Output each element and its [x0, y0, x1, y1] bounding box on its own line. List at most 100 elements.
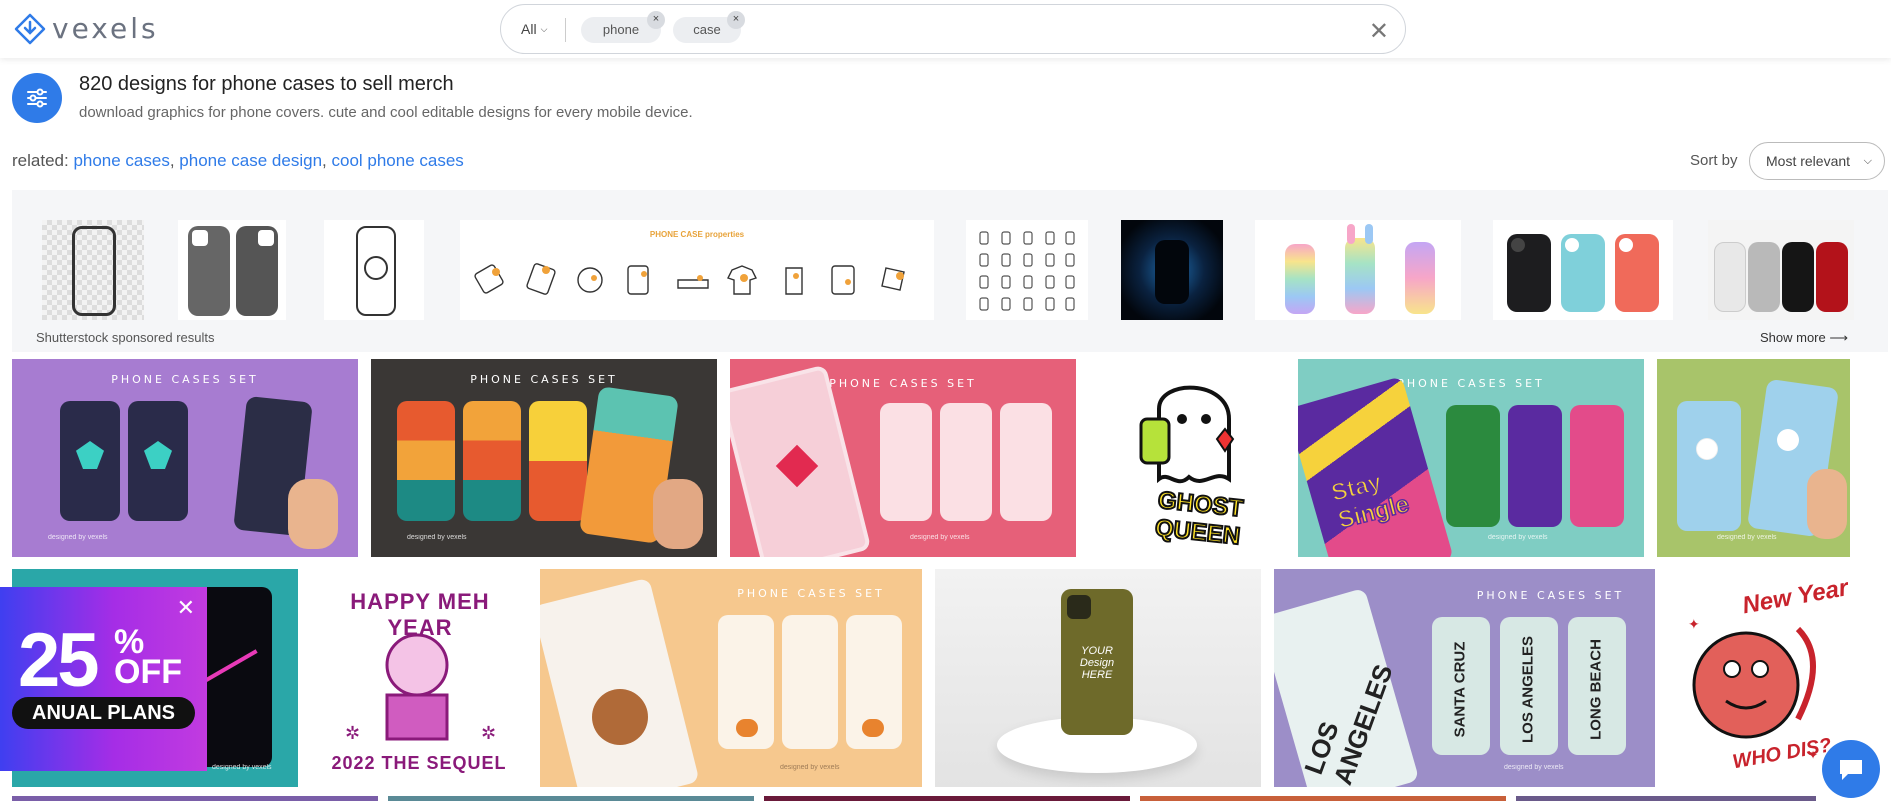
related-link-phone-case-design[interactable]: phone case design [179, 151, 322, 170]
tile-credit: designed by vexels [1488, 534, 1548, 541]
design-tile-ghost-queen[interactable]: GHOST QUEEN [1089, 359, 1297, 557]
white-case [1714, 242, 1746, 312]
sponsored-thumb-color-cases[interactable] [1493, 220, 1673, 320]
search-bar[interactable]: All ⌵ phone × case × ✕ [500, 4, 1406, 54]
chip-close-icon[interactable]: × [727, 11, 745, 29]
sponsored-thumb-glow[interactable] [1121, 220, 1223, 320]
sponsored-thumb-icon-grid[interactable] [966, 220, 1088, 320]
related-link-phone-cases[interactable]: phone cases [73, 151, 169, 170]
chat-button[interactable] [1822, 740, 1880, 798]
promo-banner[interactable]: ✕ 25 % OFF ANUAL PLANS [0, 587, 207, 771]
row-peek [1140, 796, 1506, 801]
red-case [1816, 242, 1848, 312]
sponsored-thumb[interactable] [324, 220, 424, 320]
show-more-label: Show more [1759, 330, 1826, 345]
svg-text:✲: ✲ [481, 723, 496, 743]
tile-title: PHONE CASES SET [1476, 589, 1625, 602]
your-design-text: YOUR Design HERE [1079, 645, 1115, 681]
pumpkin [736, 719, 758, 737]
search-scope-dropdown[interactable]: All ⌵ [521, 21, 547, 37]
sliders-icon [27, 88, 47, 108]
page-subtitle: download graphics for phone covers. cute… [79, 104, 693, 121]
tile-title: PHONE CASES SET [470, 373, 618, 386]
tile-title: PHONE CASES SET [111, 373, 259, 386]
related-link-cool-phone-cases[interactable]: cool phone cases [331, 151, 463, 170]
sort-label: Sort by [1690, 152, 1738, 169]
design-tile[interactable]: PHONE CASES SET designed by vexels [371, 359, 717, 557]
clear-search-icon[interactable]: ✕ [1369, 17, 1389, 46]
chat-bubble-icon [1840, 760, 1862, 780]
tile-credit: designed by vexels [212, 764, 272, 771]
design-tile-mockup[interactable]: YOUR Design HERE [935, 569, 1261, 787]
sponsored-label: Shutterstock sponsored results [36, 330, 215, 345]
filter-button[interactable] [12, 73, 62, 123]
design-tile[interactable]: designed by vexels [1657, 359, 1850, 557]
vexels-logo[interactable]: vexels [14, 12, 159, 45]
promo-discount-number: 25 [18, 618, 100, 703]
design-tile-new-year[interactable]: New Year ✦ ✦ WHO DIS? [1668, 569, 1848, 787]
design-tile-happy-meh-year[interactable]: HAPPY MEH YEAR ✲ ✲ 2022 THE SEQUEL [311, 569, 527, 787]
stay-single-phone [1298, 376, 1454, 557]
popit-case-cat [1405, 242, 1435, 314]
design-tile[interactable]: PHONE CASES SET LOS ANGELES SANTA CRUZ L… [1274, 569, 1655, 787]
tile-title: PHONE CASES SET [1397, 377, 1545, 390]
related-label: related: [12, 151, 69, 170]
sponsored-thumb[interactable] [42, 220, 144, 320]
pumpkin [862, 719, 884, 737]
properties-icons-row [474, 263, 905, 295]
tile-credit: designed by vexels [780, 764, 840, 771]
long-beach-text: LONG BEACH [1587, 639, 1605, 740]
related-searches: related: phone cases, phone case design,… [12, 151, 464, 170]
tile-credit: designed by vexels [1504, 764, 1564, 771]
camera-bump [1067, 595, 1091, 619]
black-case [1782, 242, 1814, 312]
search-divider [565, 18, 566, 42]
arrow-right-icon: ⟶ [1829, 330, 1848, 345]
chevron-down-icon: ⌵ [540, 23, 548, 34]
sponsored-thumb-metal-cases[interactable] [1708, 220, 1854, 320]
dark-phone-silhouette [1155, 240, 1189, 304]
popit-case-bunny [1345, 238, 1375, 314]
search-scope-label: All [521, 21, 537, 37]
show-more-link[interactable]: Show more ⟶ [1760, 330, 1848, 346]
santa-cruz-text: SANTA CRUZ [1451, 641, 1469, 738]
promo-off: OFF [114, 653, 182, 691]
sticker-case [1000, 403, 1052, 521]
tile-title: PHONE CASES SET [737, 587, 885, 600]
logo-text: vexels [52, 12, 159, 45]
sticker-case [880, 403, 932, 521]
vexels-logo-icon [14, 13, 46, 44]
row-peek [388, 796, 754, 801]
sponsored-thumb-properties[interactable]: PHONE CASE properties [460, 220, 934, 320]
design-tile[interactable]: PHONE CASES SET designed by vexels [730, 359, 1076, 557]
tile-credit: designed by vexels [1717, 534, 1777, 541]
daisy-case [1677, 401, 1741, 531]
chip-label: phone [602, 22, 640, 37]
pickleball-case [529, 401, 587, 521]
search-chip-phone[interactable]: phone × [581, 11, 665, 43]
sponsored-thumb-popit[interactable] [1255, 220, 1461, 320]
design-tile[interactable]: PHONE CASES SET Stay Single designed by … [1298, 359, 1644, 557]
sponsored-thumb[interactable] [178, 220, 286, 320]
svg-text:✲: ✲ [345, 723, 360, 743]
hand-shape [653, 479, 703, 549]
silver-case [1748, 242, 1780, 312]
daisy [1697, 439, 1717, 459]
sponsored-results: PHONE CASE properties Shutterstock spons… [12, 190, 1888, 352]
sort-value: Most relevant [1766, 153, 1851, 169]
design-tile[interactable]: PHONE CASES SET designed by vexels [12, 359, 358, 557]
pattern-case [1508, 405, 1562, 527]
chevron-down-icon: ⌵ [1863, 155, 1872, 167]
chip-close-icon[interactable]: × [647, 11, 665, 29]
search-chip-case[interactable]: case × [673, 11, 745, 43]
pattern-case [1446, 405, 1500, 527]
sort-dropdown[interactable]: Most relevant ⌵ [1749, 142, 1885, 180]
page-title: 820 designs for phone cases to sell merc… [79, 73, 454, 95]
promo-plans-pill: ANUAL PLANS [12, 697, 195, 729]
pickleball-case [397, 401, 455, 521]
tile-credit: designed by vexels [407, 534, 467, 541]
design-tile[interactable]: PHONE CASES SET designed by vexels [540, 569, 922, 787]
close-icon[interactable]: ✕ [177, 595, 195, 621]
row-peek [12, 796, 378, 801]
dog-illustration [592, 689, 648, 745]
